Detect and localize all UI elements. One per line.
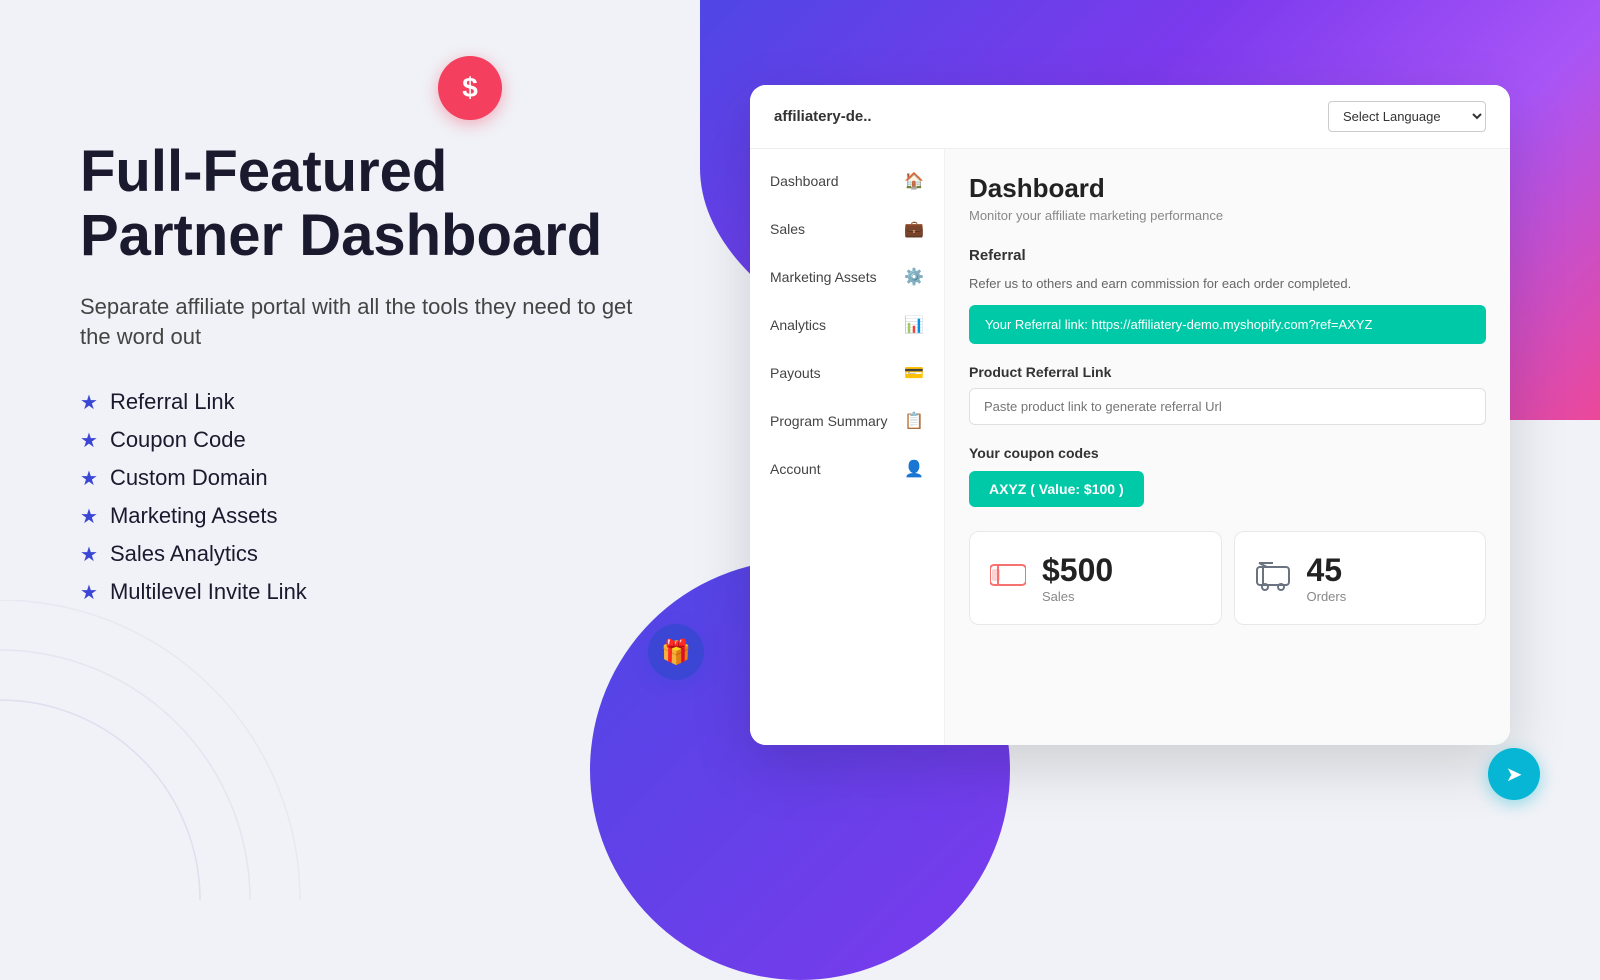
star-icon: ★ — [80, 504, 98, 529]
stat-value: 45 — [1307, 552, 1347, 589]
stat-card-sales: $500 Sales — [969, 531, 1222, 625]
sidebar-item-icon: 💼 — [904, 219, 924, 239]
star-icon: ★ — [80, 580, 98, 605]
sidebar-item-account[interactable]: Account 👤 — [750, 445, 944, 493]
star-icon: ★ — [80, 466, 98, 491]
feature-list-item: ★ Sales Analytics — [80, 541, 660, 567]
widget-body: Dashboard 🏠 Sales 💼 Marketing Assets ⚙️ … — [750, 149, 1510, 745]
sidebar-item-icon: 💳 — [904, 363, 924, 383]
sidebar-item-label: Marketing Assets — [770, 269, 877, 285]
stat-value: $500 — [1042, 552, 1113, 589]
feature-label: Sales Analytics — [110, 541, 258, 567]
sidebar-item-label: Analytics — [770, 317, 826, 333]
stat-info: $500 Sales — [1042, 552, 1113, 604]
feature-list-item: ★ Multilevel Invite Link — [80, 579, 660, 605]
referral-section-title: Referral — [969, 247, 1486, 264]
sidebar-item-icon: 👤 — [904, 459, 924, 479]
sidebar: Dashboard 🏠 Sales 💼 Marketing Assets ⚙️ … — [750, 149, 945, 745]
coupon-section-title: Your coupon codes — [969, 445, 1486, 461]
page-title: Dashboard — [969, 173, 1486, 204]
product-link-input[interactable] — [969, 388, 1486, 425]
sidebar-item-icon: ⚙️ — [904, 267, 924, 287]
widget-brand: affiliatery-de.. — [774, 108, 872, 125]
stats-row: $500 Sales 45 Orders — [969, 531, 1486, 625]
star-icon: ★ — [80, 428, 98, 453]
stat-icon-sales — [990, 561, 1026, 596]
sidebar-item-label: Sales — [770, 221, 805, 237]
send-icon: ➤ — [1506, 762, 1523, 787]
referral-description: Refer us to others and earn commission f… — [969, 276, 1486, 291]
stat-card-orders: 45 Orders — [1234, 531, 1487, 625]
main-content-area: Dashboard Monitor your affiliate marketi… — [945, 149, 1510, 745]
sidebar-item-sales[interactable]: Sales 💼 — [750, 205, 944, 253]
feature-label: Coupon Code — [110, 427, 246, 453]
feature-label: Marketing Assets — [110, 503, 278, 529]
feature-label: Multilevel Invite Link — [110, 579, 307, 605]
gift-fab[interactable]: 🎁 — [648, 624, 704, 680]
sidebar-item-icon: 📋 — [904, 411, 924, 431]
feature-list-item: ★ Custom Domain — [80, 465, 660, 491]
star-icon: ★ — [80, 542, 98, 567]
widget-header: affiliatery-de.. Select Language — [750, 85, 1510, 149]
sidebar-item-label: Payouts — [770, 365, 821, 381]
stat-icon-orders — [1255, 559, 1291, 598]
sidebar-item-icon: 📊 — [904, 315, 924, 335]
background-arcs — [0, 600, 400, 900]
feature-list-item: ★ Referral Link — [80, 389, 660, 415]
stat-label: Orders — [1307, 589, 1347, 604]
sidebar-item-label: Program Summary — [770, 413, 887, 429]
feature-list-item: ★ Marketing Assets — [80, 503, 660, 529]
sidebar-item-marketing-assets[interactable]: Marketing Assets ⚙️ — [750, 253, 944, 301]
sidebar-item-dashboard[interactable]: Dashboard 🏠 — [750, 157, 944, 205]
dollar-fab[interactable]: $ — [438, 56, 502, 120]
sidebar-item-label: Account — [770, 461, 821, 477]
feature-list-item: ★ Coupon Code — [80, 427, 660, 453]
star-icon: ★ — [80, 390, 98, 415]
coupon-badge[interactable]: AXYZ ( Value: $100 ) — [969, 471, 1144, 507]
stat-info: 45 Orders — [1307, 552, 1347, 604]
dashboard-widget: affiliatery-de.. Select Language Dashboa… — [750, 85, 1510, 745]
gift-icon: 🎁 — [661, 638, 691, 667]
feature-label: Custom Domain — [110, 465, 268, 491]
feature-label: Referral Link — [110, 389, 235, 415]
left-section: Full-Featured Partner Dashboard Separate… — [80, 140, 660, 617]
page-subtitle: Monitor your affiliate marketing perform… — [969, 208, 1486, 223]
language-select[interactable]: Select Language — [1328, 101, 1486, 132]
sidebar-item-icon: 🏠 — [904, 171, 924, 191]
sidebar-item-analytics[interactable]: Analytics 📊 — [750, 301, 944, 349]
stat-label: Sales — [1042, 589, 1113, 604]
subtitle: Separate affiliate portal with all the t… — [80, 292, 660, 354]
sidebar-item-payouts[interactable]: Payouts 💳 — [750, 349, 944, 397]
feature-list: ★ Referral Link ★ Coupon Code ★ Custom Domain… — [80, 389, 660, 605]
referral-link-box[interactable]: Your Referral link: https://affiliatery-… — [969, 305, 1486, 344]
product-link-label: Product Referral Link — [969, 364, 1486, 380]
sidebar-item-label: Dashboard — [770, 173, 839, 189]
sidebar-item-program-summary[interactable]: Program Summary 📋 — [750, 397, 944, 445]
send-fab[interactable]: ➤ — [1488, 748, 1540, 800]
main-title: Full-Featured Partner Dashboard — [80, 140, 660, 268]
